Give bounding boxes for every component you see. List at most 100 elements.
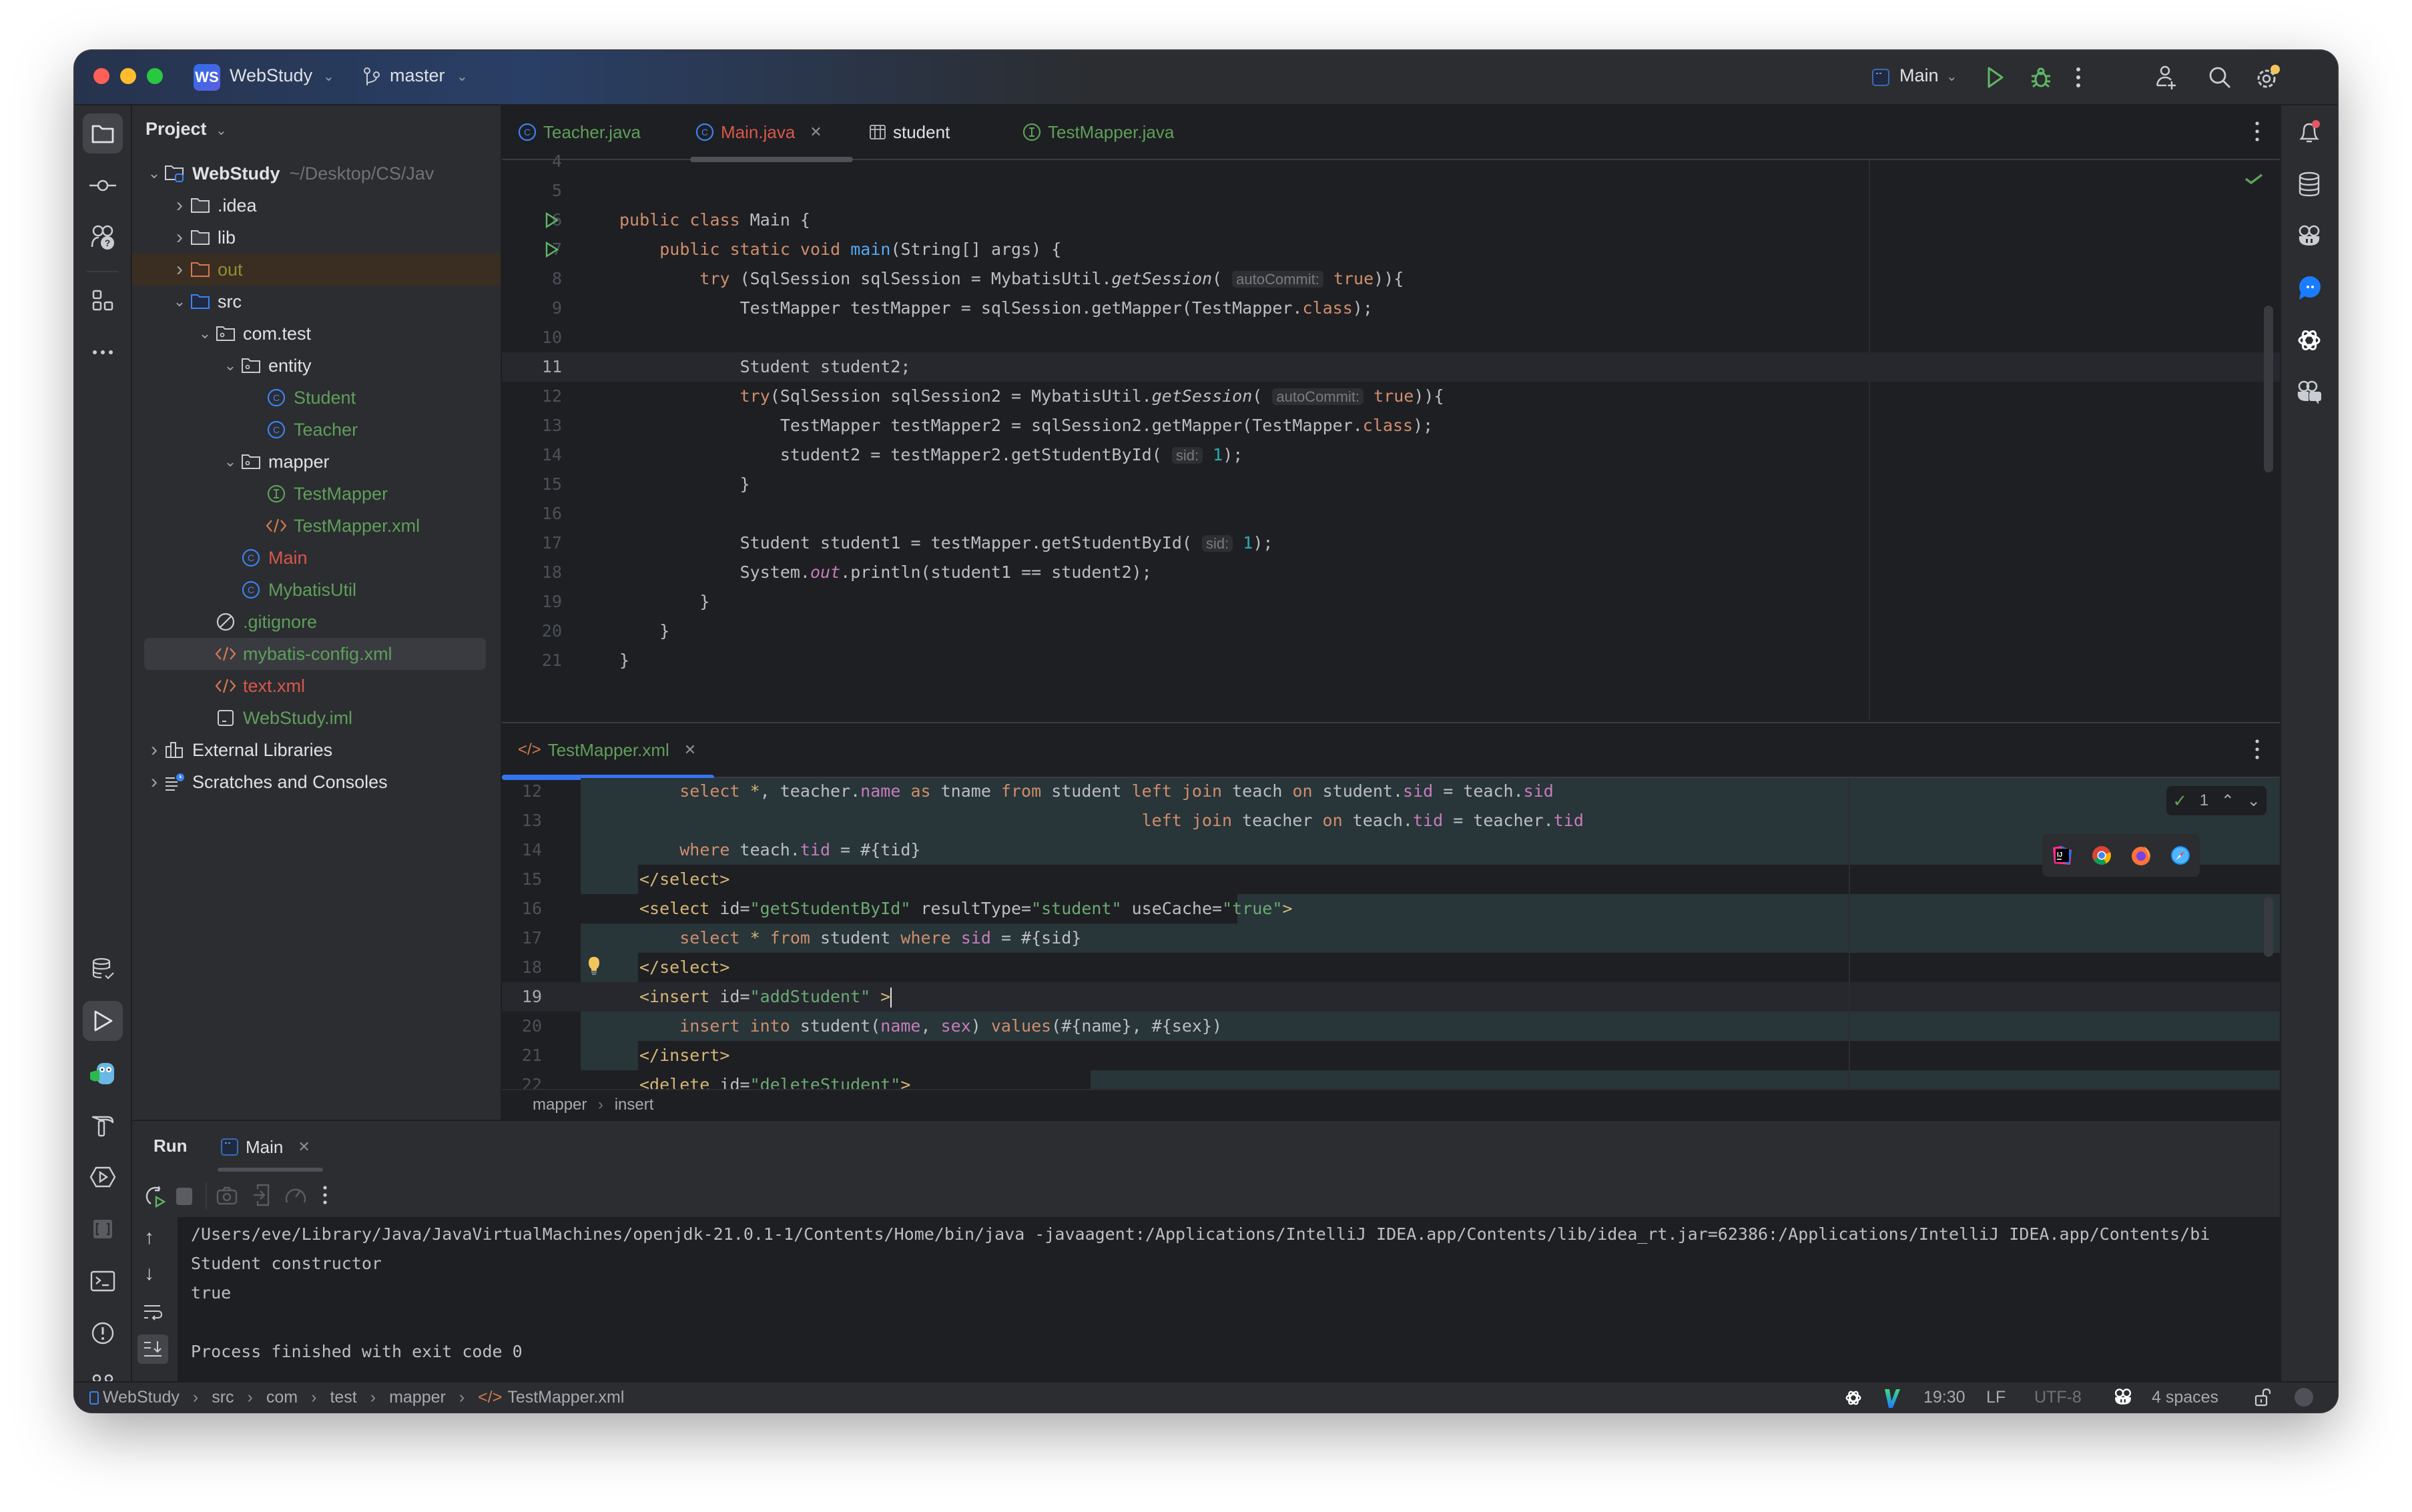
status-breadcrumb-item[interactable]: TestMapper.xml xyxy=(507,1388,624,1407)
editor-tabs-more-icon[interactable] xyxy=(2253,120,2261,143)
file-encoding[interactable]: UTF-8 xyxy=(2034,1383,2082,1412)
run-gutter-icon[interactable] xyxy=(545,242,559,258)
breadcrumb-mapper[interactable]: mapper xyxy=(533,1096,587,1114)
previous-highlight-icon[interactable]: ⌃ xyxy=(2221,791,2234,811)
tree-item[interactable]: C MybatisUtil xyxy=(132,574,501,606)
problems-tool-button[interactable] xyxy=(83,1313,123,1353)
tree-item[interactable]: › External Libraries xyxy=(132,734,501,766)
tree-item[interactable]: ⌄ com.test xyxy=(132,318,501,350)
run-gutter-icon[interactable] xyxy=(545,212,559,228)
bracket-tool-button[interactable] xyxy=(83,1209,123,1249)
chevron-down-icon[interactable]: ⌄ xyxy=(171,293,188,310)
settings-icon[interactable] xyxy=(2253,63,2283,92)
chevron-down-icon[interactable]: ⌄ xyxy=(222,453,239,470)
tree-item[interactable]: ⌄ mapper xyxy=(132,446,501,478)
screenshot-icon[interactable] xyxy=(216,1185,238,1206)
copilot-button[interactable] xyxy=(2289,216,2329,256)
chat-button[interactable] xyxy=(2289,268,2329,308)
breadcrumb-insert[interactable]: insert xyxy=(615,1096,654,1114)
branch-dropdown[interactable]: master xyxy=(390,65,445,86)
chevron-down-icon[interactable]: ⌄ xyxy=(145,165,163,182)
inspection-widget[interactable]: ✓ 1 ⌃ ⌄ xyxy=(2166,786,2267,815)
run-config-dropdown[interactable]: Main xyxy=(1899,65,1939,86)
chrome-icon[interactable] xyxy=(2092,845,2112,865)
chevron-right-icon[interactable]: › xyxy=(171,226,188,249)
debug-icon[interactable] xyxy=(2029,65,2053,89)
chevron-right-icon[interactable]: › xyxy=(171,194,188,217)
chevron-right-icon[interactable]: › xyxy=(171,258,188,281)
tree-item[interactable]: ⌄ entity xyxy=(132,350,501,382)
chevron-down-icon[interactable]: ⌄ xyxy=(222,357,239,374)
tree-item[interactable]: WebStudy.iml xyxy=(132,702,501,734)
tree-item[interactable]: › out xyxy=(132,254,501,286)
chevron-right-icon[interactable]: › xyxy=(145,771,163,793)
status-breadcrumb-item[interactable]: src xyxy=(212,1388,234,1407)
project-name-dropdown[interactable]: WebStudy xyxy=(230,65,312,86)
close-window-button[interactable] xyxy=(93,68,109,84)
vim-icon[interactable] xyxy=(1883,1388,1901,1408)
scroll-down-icon[interactable]: ↓ xyxy=(144,1262,154,1285)
run-icon[interactable] xyxy=(1985,65,2006,89)
unlock-icon[interactable] xyxy=(2254,1388,2272,1407)
status-breadcrumb-item[interactable]: mapper xyxy=(389,1388,446,1407)
tree-item[interactable]: mybatis-config.xml xyxy=(144,638,486,670)
add-user-icon[interactable] xyxy=(2153,64,2180,91)
stop-icon[interactable] xyxy=(176,1188,192,1205)
openai-status-icon[interactable] xyxy=(1845,1389,1862,1407)
scroll-up-icon[interactable]: ↑ xyxy=(144,1226,154,1249)
editor-scrollbar[interactable] xyxy=(2264,306,2273,472)
no-problems-check-icon[interactable] xyxy=(2244,172,2264,185)
editor-tabs-more-icon[interactable] xyxy=(2253,738,2261,761)
tree-item[interactable]: TestMapper.xml xyxy=(132,510,501,542)
indent-setting[interactable]: 4 spaces xyxy=(2152,1383,2218,1412)
gopher-tool-button[interactable] xyxy=(83,1053,123,1093)
commit-tool-button[interactable] xyxy=(83,165,123,206)
tree-item[interactable]: .gitignore xyxy=(132,606,501,638)
tree-item[interactable]: › lib xyxy=(132,222,501,254)
profiler-icon[interactable] xyxy=(284,1184,307,1206)
minimize-window-button[interactable] xyxy=(120,68,136,84)
chevron-down-icon[interactable]: ⌄ xyxy=(196,325,214,342)
rerun-icon[interactable] xyxy=(144,1185,167,1208)
status-breadcrumb-item[interactable]: test xyxy=(330,1388,356,1407)
services-tool-button[interactable] xyxy=(83,1157,123,1197)
database-button[interactable] xyxy=(2289,164,2329,204)
run-tool-button[interactable] xyxy=(83,1001,123,1041)
tree-item[interactable]: ⌄ src xyxy=(132,286,501,318)
line-separator[interactable]: LF xyxy=(1986,1383,2006,1412)
project-panel-title[interactable]: Project ⌄ xyxy=(145,119,227,139)
code-area-xml[interactable]: 12 select *, teacher.name as tname from … xyxy=(502,778,2280,1089)
tree-item[interactable]: ⌄ WebStudy ~/Desktop/CS/Jav xyxy=(132,157,501,190)
tree-item[interactable]: › .idea xyxy=(132,190,501,222)
run-tab-main[interactable]: Main ✕ xyxy=(220,1121,310,1173)
chevron-right-icon[interactable]: › xyxy=(145,739,163,761)
xml-editor-scrollbar[interactable] xyxy=(2264,897,2273,957)
more-tools-button[interactable] xyxy=(83,332,123,372)
intellij-icon[interactable]: IJ xyxy=(2052,845,2073,866)
notifications-button[interactable] xyxy=(2289,112,2329,152)
memory-indicator[interactable] xyxy=(2295,1388,2313,1407)
terminal-tool-button[interactable] xyxy=(83,1261,123,1301)
project-badge[interactable]: WS xyxy=(194,64,220,91)
status-breadcrumb-item[interactable]: com xyxy=(266,1388,298,1407)
more-icon[interactable] xyxy=(322,1185,328,1205)
next-highlight-icon[interactable]: ⌄ xyxy=(2247,791,2260,811)
more-icon[interactable] xyxy=(2074,65,2082,89)
ai-help-tool-button[interactable]: ? xyxy=(83,218,123,258)
attach-icon[interactable] xyxy=(252,1184,272,1206)
project-tool-button[interactable] xyxy=(83,113,123,153)
caret-position[interactable]: 19:30 xyxy=(1923,1383,1966,1412)
build-tool-button[interactable] xyxy=(83,1105,123,1145)
scroll-to-end-button[interactable] xyxy=(137,1335,168,1364)
close-run-tab-icon[interactable]: ✕ xyxy=(298,1138,310,1156)
tree-item[interactable]: TestMapper xyxy=(132,478,501,510)
code-area-java[interactable]: 4 5 6 public class Main {7 public static vo… xyxy=(502,151,2280,719)
tree-item[interactable]: › Scratches and Consoles xyxy=(132,766,501,798)
firefox-icon[interactable] xyxy=(2130,845,2152,866)
tree-item[interactable]: C Student xyxy=(132,382,501,414)
close-tab-icon[interactable]: ✕ xyxy=(684,741,696,759)
copilot-chat-button[interactable] xyxy=(2289,372,2329,412)
close-tab-icon[interactable]: ✕ xyxy=(810,123,822,141)
tree-item[interactable]: C Main xyxy=(132,542,501,574)
copilot-status-icon[interactable] xyxy=(2113,1388,2133,1407)
